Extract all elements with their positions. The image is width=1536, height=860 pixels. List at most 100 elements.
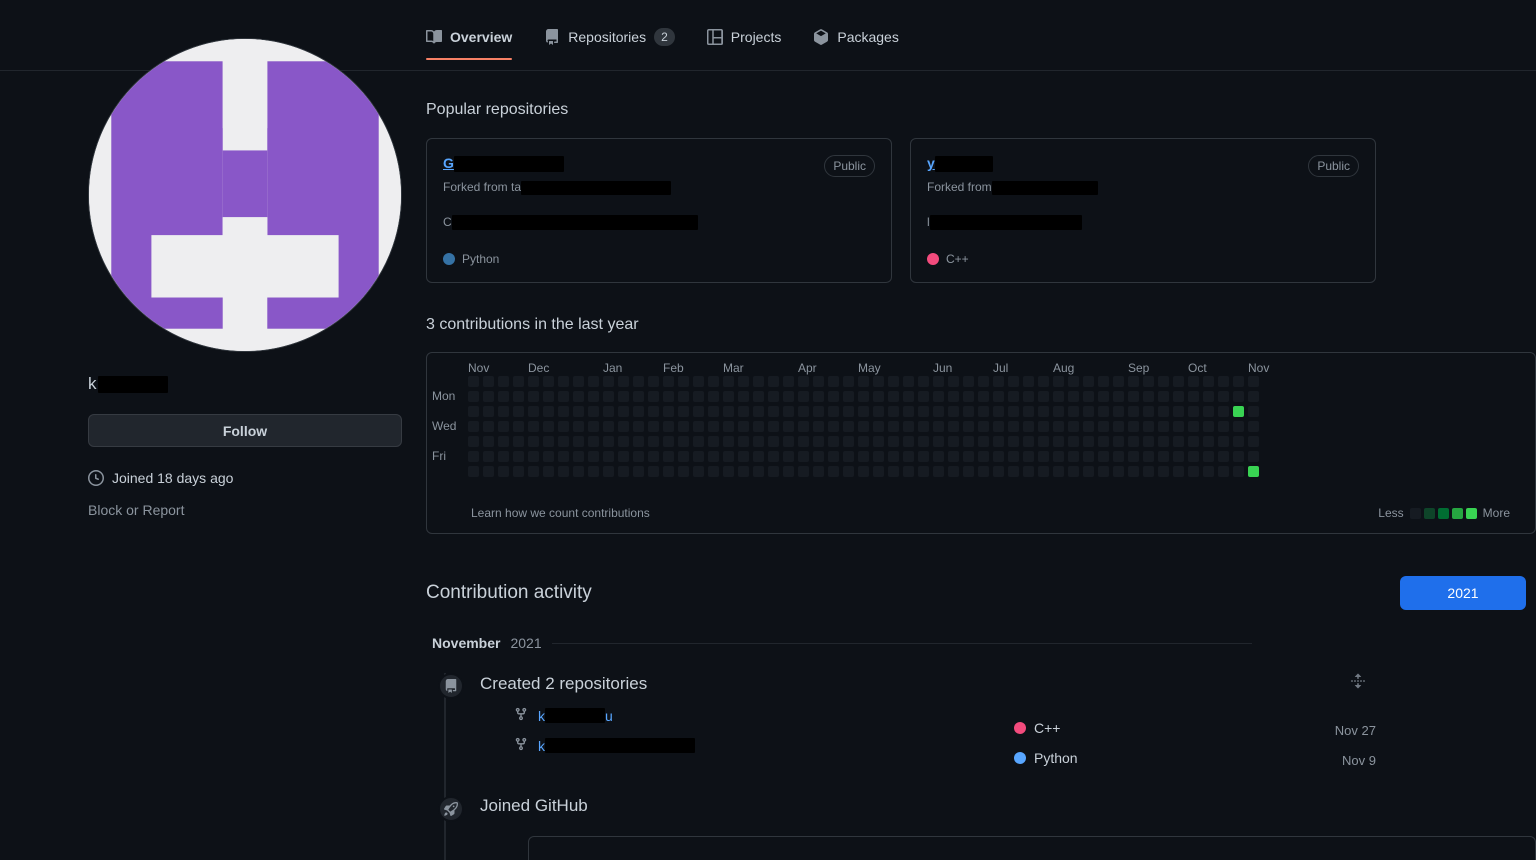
contribution-cell[interactable]	[903, 376, 914, 387]
contribution-cell[interactable]	[1173, 436, 1184, 447]
contribution-cell[interactable]	[1113, 376, 1124, 387]
contribution-cell[interactable]	[588, 436, 599, 447]
contribution-cell[interactable]	[1143, 466, 1154, 477]
contribution-cell[interactable]	[678, 391, 689, 402]
contribution-cell[interactable]	[498, 466, 509, 477]
contribution-cell[interactable]	[723, 466, 734, 477]
contribution-cell[interactable]	[1113, 466, 1124, 477]
contribution-cell[interactable]	[618, 451, 629, 462]
contribution-cell[interactable]	[648, 391, 659, 402]
contribution-cell[interactable]	[678, 421, 689, 432]
contribution-cell[interactable]	[1218, 451, 1229, 462]
contribution-cell[interactable]	[558, 391, 569, 402]
contribution-cell[interactable]	[543, 376, 554, 387]
contribution-cell[interactable]	[1083, 391, 1094, 402]
contribution-cell[interactable]	[708, 421, 719, 432]
contribution-cell[interactable]	[693, 376, 704, 387]
contribution-cell[interactable]	[1188, 406, 1199, 417]
contribution-cell[interactable]	[963, 406, 974, 417]
contribution-cell[interactable]	[528, 406, 539, 417]
contribution-cell[interactable]	[1158, 406, 1169, 417]
contribution-cell[interactable]	[1008, 421, 1019, 432]
contribution-cell[interactable]	[678, 436, 689, 447]
contribution-cell[interactable]	[1083, 466, 1094, 477]
contribution-cell[interactable]	[663, 451, 674, 462]
contribution-cell[interactable]	[1218, 436, 1229, 447]
contribution-cell[interactable]	[693, 436, 704, 447]
contribution-cell[interactable]	[648, 376, 659, 387]
contribution-cell[interactable]	[753, 466, 764, 477]
contribution-cell[interactable]	[1083, 406, 1094, 417]
contribution-cell[interactable]	[1233, 376, 1244, 387]
contribution-cell[interactable]	[603, 451, 614, 462]
contribution-cell[interactable]	[948, 406, 959, 417]
contribution-cell[interactable]	[513, 451, 524, 462]
contribution-cell[interactable]	[693, 406, 704, 417]
contribution-cell[interactable]	[1128, 421, 1139, 432]
contribution-cell[interactable]	[1188, 421, 1199, 432]
contribution-cell[interactable]	[543, 466, 554, 477]
contribution-cell[interactable]	[513, 376, 524, 387]
contribution-cell[interactable]	[873, 421, 884, 432]
contribution-cell[interactable]	[798, 406, 809, 417]
contribution-cell[interactable]	[1173, 421, 1184, 432]
contribution-cell[interactable]	[933, 421, 944, 432]
contribution-cell[interactable]	[753, 421, 764, 432]
contribution-cell[interactable]	[1008, 436, 1019, 447]
contribution-cell[interactable]	[618, 421, 629, 432]
contribution-cell[interactable]	[903, 451, 914, 462]
contribution-cell[interactable]	[558, 406, 569, 417]
contribution-cell[interactable]	[483, 466, 494, 477]
contribution-cell[interactable]	[1098, 436, 1109, 447]
contribution-cell[interactable]	[813, 436, 824, 447]
contribution-cell[interactable]	[963, 391, 974, 402]
contribution-cell[interactable]	[1068, 466, 1079, 477]
contribution-cell[interactable]	[483, 436, 494, 447]
contribution-cell[interactable]	[513, 436, 524, 447]
contribution-cell[interactable]	[963, 466, 974, 477]
contribution-cell[interactable]	[798, 436, 809, 447]
contribution-cell[interactable]	[933, 376, 944, 387]
contribution-cell[interactable]	[528, 391, 539, 402]
contribution-cell[interactable]	[798, 391, 809, 402]
contribution-cell[interactable]	[1068, 451, 1079, 462]
contribution-cell[interactable]	[993, 376, 1004, 387]
created-repo-name[interactable]: k	[538, 738, 695, 754]
contribution-cell[interactable]	[1218, 406, 1229, 417]
contribution-cell[interactable]	[1098, 376, 1109, 387]
contribution-cell[interactable]	[1143, 436, 1154, 447]
contribution-cell[interactable]	[558, 376, 569, 387]
contribution-cell[interactable]	[498, 451, 509, 462]
contribution-cell[interactable]	[1098, 451, 1109, 462]
contribution-cell[interactable]	[813, 406, 824, 417]
contribution-cell[interactable]	[663, 466, 674, 477]
contribution-cell[interactable]	[678, 376, 689, 387]
contribution-cell[interactable]	[1218, 466, 1229, 477]
contribution-cell[interactable]	[1113, 391, 1124, 402]
contribution-cell[interactable]	[663, 421, 674, 432]
contribution-cell[interactable]	[693, 451, 704, 462]
contribution-cell[interactable]	[783, 376, 794, 387]
contribution-cell[interactable]	[828, 391, 839, 402]
contribution-cell[interactable]	[1143, 376, 1154, 387]
contribution-cell[interactable]	[723, 391, 734, 402]
contribution-cell[interactable]	[1128, 391, 1139, 402]
contribution-cell[interactable]	[813, 451, 824, 462]
contribution-cell[interactable]	[633, 466, 644, 477]
contribution-cell[interactable]	[1158, 466, 1169, 477]
contribution-cell[interactable]	[1203, 436, 1214, 447]
contribution-cell[interactable]	[708, 376, 719, 387]
contribution-cell[interactable]	[858, 436, 869, 447]
contribution-cell[interactable]	[993, 451, 1004, 462]
contribution-cell[interactable]	[1233, 466, 1244, 477]
contribution-cell[interactable]	[768, 436, 779, 447]
contribution-cell[interactable]	[618, 406, 629, 417]
follow-button[interactable]: Follow	[88, 414, 402, 447]
contribution-cell[interactable]	[843, 391, 854, 402]
contribution-cell[interactable]	[603, 376, 614, 387]
contribution-cell[interactable]	[1098, 391, 1109, 402]
contribution-cell[interactable]	[633, 406, 644, 417]
contribution-cell[interactable]	[498, 391, 509, 402]
contribution-cell[interactable]	[1053, 451, 1064, 462]
contribution-cell[interactable]	[738, 436, 749, 447]
